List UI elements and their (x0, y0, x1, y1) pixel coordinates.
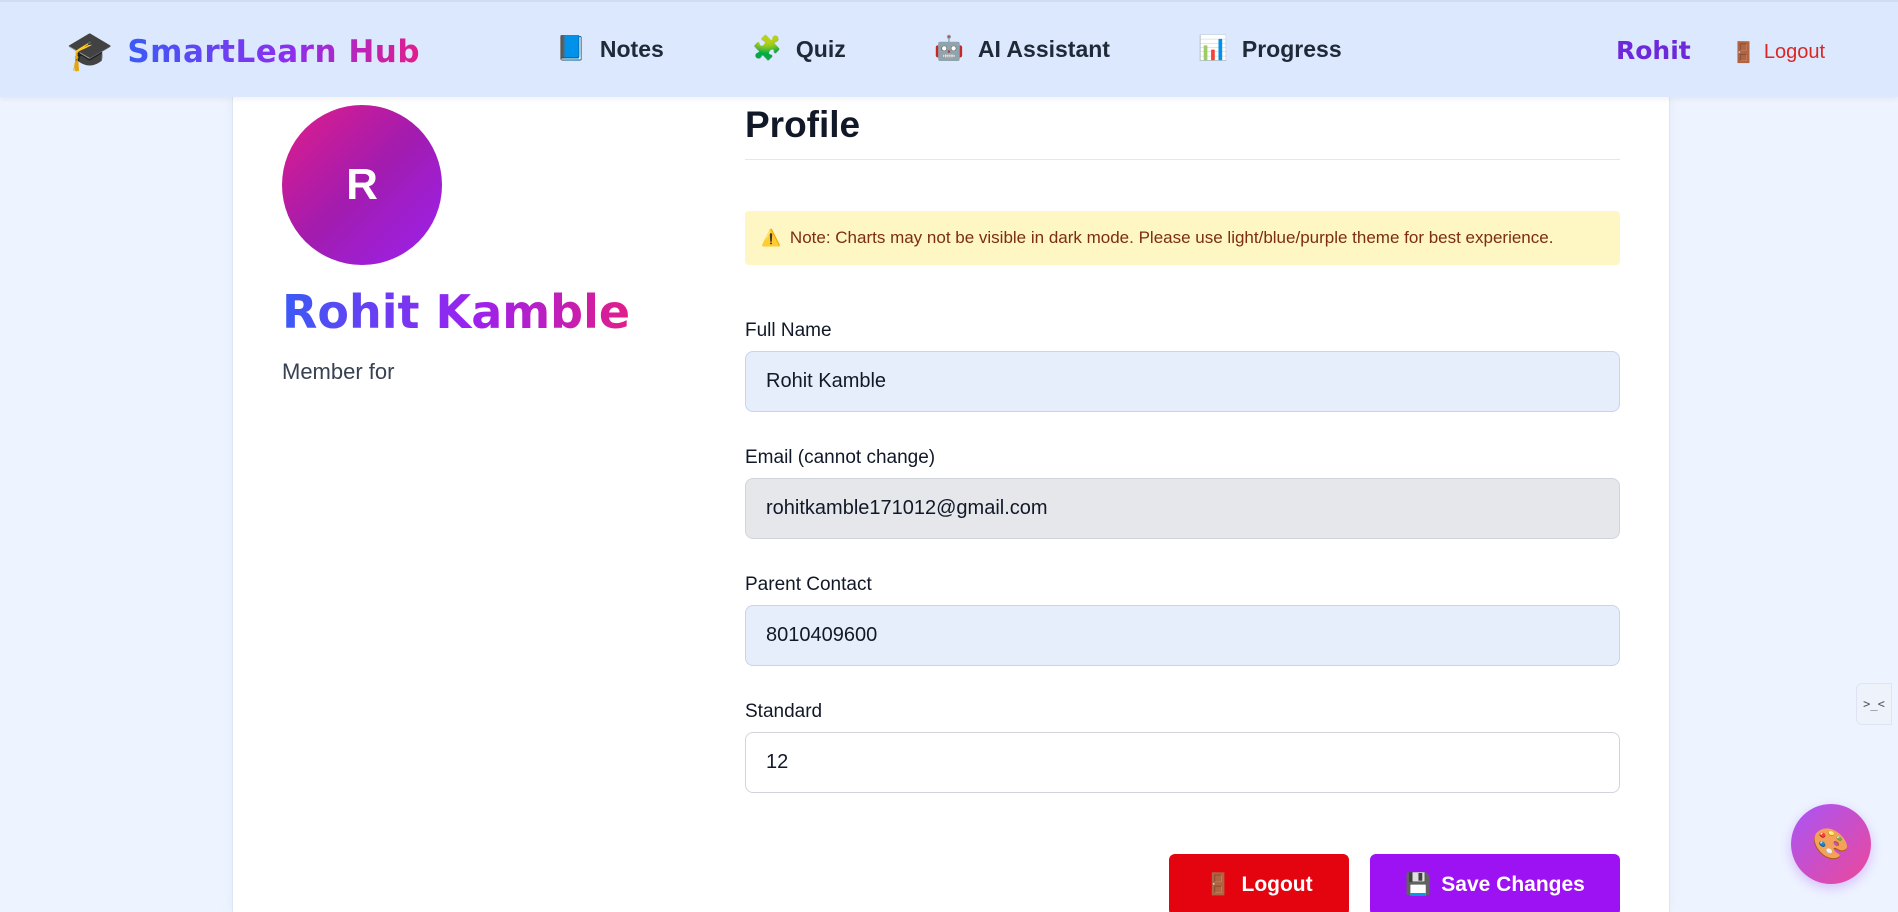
parent-contact-label: Parent Contact (745, 574, 872, 595)
side-drawer-tab[interactable]: >_< (1856, 683, 1892, 725)
standard-input[interactable] (745, 732, 1620, 793)
door-icon: 🚪 (1731, 42, 1756, 64)
warning-icon: ⚠️ (761, 230, 781, 247)
header-logout-label: Logout (1763, 41, 1826, 63)
save-changes-button[interactable]: 💾 Save Changes (1370, 854, 1620, 912)
palette-icon: 🎨 (1812, 827, 1850, 861)
parent-contact-input[interactable] (745, 605, 1620, 666)
nav-progress[interactable]: 📊 Progress (1198, 35, 1342, 63)
chart-icon: 📊 (1198, 35, 1228, 62)
avatar-initial: R (346, 160, 378, 209)
floppy-disk-icon: 💾 (1405, 873, 1432, 896)
full-name-label: Full Name (745, 320, 832, 341)
email-field (745, 478, 1620, 539)
brand[interactable]: 🎓 SmartLearn Hub (66, 32, 420, 72)
note-text: Note: Charts may not be visible in dark … (789, 228, 1554, 247)
dark-mode-note: ⚠️ Note: Charts may not be visible in da… (745, 211, 1620, 265)
profile-full-name: Rohit Kamble (282, 285, 631, 339)
puzzle-icon: 🧩 (752, 35, 782, 62)
member-since-text: Member for (282, 359, 395, 384)
save-changes-label: Save Changes (1441, 873, 1585, 896)
brand-name: SmartLearn Hub (127, 34, 421, 70)
nav-ai-assistant-label: AI Assistant (977, 35, 1110, 62)
logout-button-label: Logout (1241, 873, 1313, 896)
nav-notes-label: Notes (599, 35, 664, 62)
door-icon: 🚪 (1205, 873, 1232, 896)
title-divider (745, 159, 1620, 160)
user-name-link[interactable]: Rohit (1616, 36, 1691, 65)
nav-ai-assistant[interactable]: 🤖 AI Assistant (934, 35, 1110, 63)
avatar: R (282, 105, 442, 265)
nav-quiz-label: Quiz (795, 35, 846, 62)
standard-label: Standard (745, 701, 823, 722)
nav-quiz[interactable]: 🧩 Quiz (752, 35, 846, 63)
full-name-input[interactable] (745, 351, 1620, 412)
graduation-cap-icon: 🎓 (66, 31, 114, 73)
nav-notes[interactable]: 📘 Notes (556, 35, 664, 63)
theme-switcher-button[interactable]: 🎨 (1791, 804, 1871, 884)
nav-progress-label: Progress (1241, 35, 1342, 62)
page-title: Profile (745, 104, 861, 145)
notebook-icon: 📘 (556, 35, 586, 62)
header-logout-link[interactable]: 🚪 Logout (1731, 40, 1825, 65)
top-navbar: 🎓 SmartLearn Hub 📘 Notes 🧩 Quiz 🤖 AI Ass… (0, 0, 1898, 97)
robot-icon: 🤖 (934, 35, 964, 62)
email-label: Email (cannot change) (745, 447, 936, 468)
logout-button[interactable]: 🚪 Logout (1169, 854, 1349, 912)
